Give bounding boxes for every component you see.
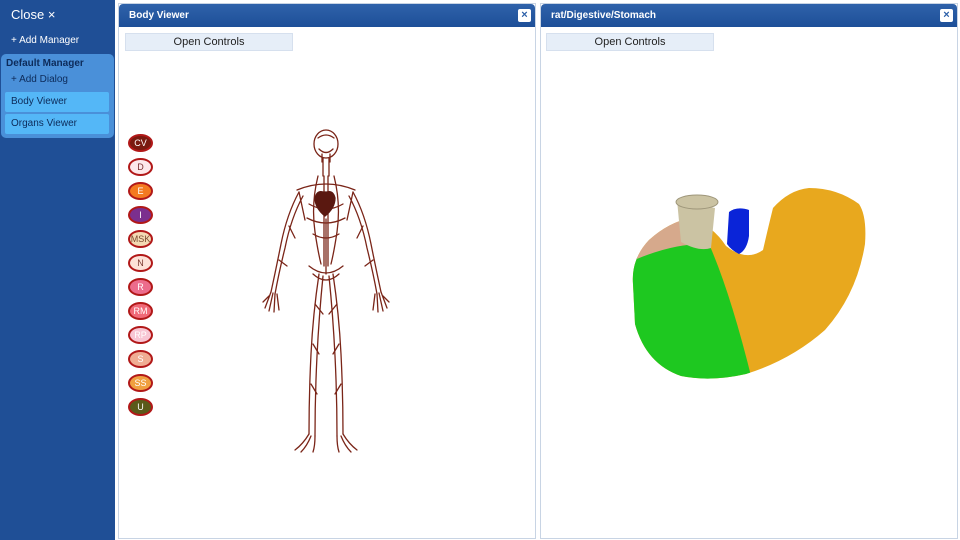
body-figure [262,129,390,453]
manager-item-organs-viewer[interactable]: Organs Viewer [5,114,109,134]
close-icon[interactable]: × [518,9,531,22]
manager-item-body-viewer[interactable]: Body Viewer [5,92,109,112]
system-button-e[interactable]: E [128,182,153,200]
system-button-cv[interactable]: CV [128,134,153,152]
organ-viewer-dialog: rat/Digestive/Stomach × Open Controls [540,3,958,539]
system-button-n[interactable]: N [128,254,153,272]
system-button-d[interactable]: D [128,158,153,176]
body-viewer-title: Body Viewer [129,10,189,21]
system-button-i[interactable]: I [128,206,153,224]
stomach-model[interactable] [541,4,959,540]
system-button-msk[interactable]: MSK [128,230,153,248]
add-manager-button[interactable]: + Add Manager [11,35,79,46]
close-sidebar-button[interactable]: Close × [11,7,55,22]
sidebar: Close × + Add Manager Default Manager + … [0,0,115,540]
system-button-ss[interactable]: SS [128,374,153,392]
manager-title: Default Manager [6,58,84,69]
default-manager-panel: Default Manager + Add Dialog Body Viewer… [1,54,114,138]
system-button-r[interactable]: R [128,278,153,296]
add-dialog-button[interactable]: + Add Dialog [11,74,68,85]
system-button-rp[interactable]: RP [128,326,153,344]
body-open-controls-button[interactable]: Open Controls [125,33,293,51]
body-viewer-dialog: Body Viewer × Open Controls CV D E I MSK N R RM… [118,3,536,539]
system-button-rm[interactable]: RM [128,302,153,320]
system-button-s[interactable]: S [128,350,153,368]
body-viewer-header[interactable]: Body Viewer × [119,4,535,27]
system-button-u[interactable]: U [128,398,153,416]
